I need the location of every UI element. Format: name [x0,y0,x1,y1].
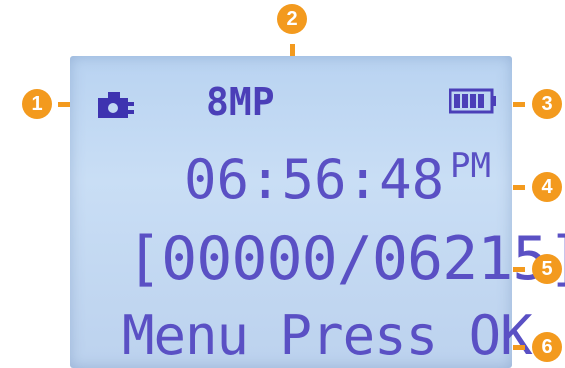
resolution-label: 8MP [206,80,275,124]
clock-time: 06:56:48 [184,148,445,211]
callout-badge-3: 3 [532,89,562,119]
callout-dash [58,102,70,107]
callout-dash [513,185,525,190]
camera-icon [98,92,134,118]
am-pm-indicator: PM [450,146,491,186]
callout-badge-4: 4 [532,172,562,202]
callout-dash [513,102,525,107]
callout-dash [513,345,525,350]
menu-prompt: Menu Press OK [122,304,533,367]
photo-counter: [00000/06215] [126,224,565,294]
callout-badge-1: 1 [22,89,52,119]
callout-badge-2: 2 [277,4,307,34]
callout-dash [513,267,525,272]
callout-badge-6: 6 [532,332,562,362]
callout-badge-5: 5 [532,254,562,284]
battery-full-icon [449,88,496,114]
callout-dash [290,44,295,56]
